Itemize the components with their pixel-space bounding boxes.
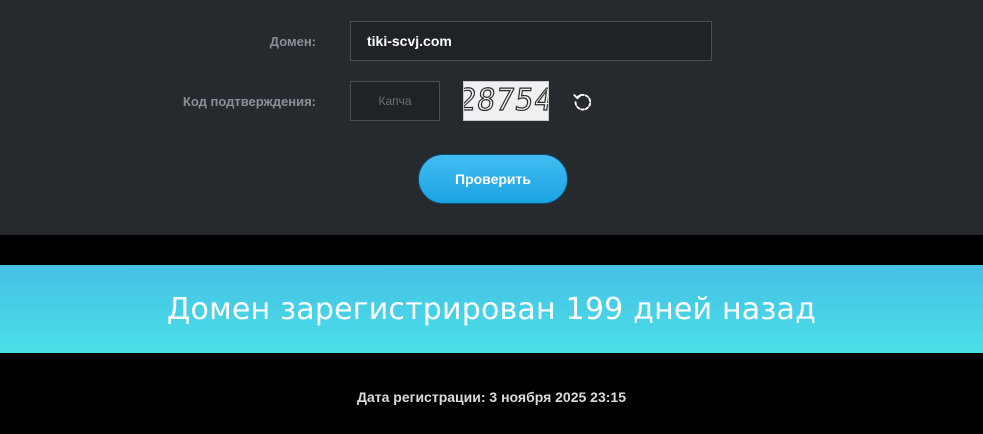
registration-date: Дата регистрации: 3 ноября 2025 23:15	[356, 389, 626, 405]
result-headline: Домен зарегистрирован 199 дней назад	[166, 291, 817, 327]
domain-check-form: Домен: Код подтверждения: 28754 Проверит…	[0, 0, 983, 235]
domain-input[interactable]	[350, 21, 712, 61]
captcha-input[interactable]	[350, 81, 440, 121]
result-banner: Домен зарегистрирован 199 дней назад	[0, 265, 983, 353]
domain-label: Домен:	[269, 34, 316, 49]
refresh-icon[interactable]	[572, 90, 594, 112]
check-button[interactable]: Проверить	[418, 154, 568, 204]
captcha-label: Код подтверждения:	[182, 94, 316, 109]
captcha-code: 28754	[463, 82, 549, 118]
captcha-image: 28754	[463, 81, 549, 121]
